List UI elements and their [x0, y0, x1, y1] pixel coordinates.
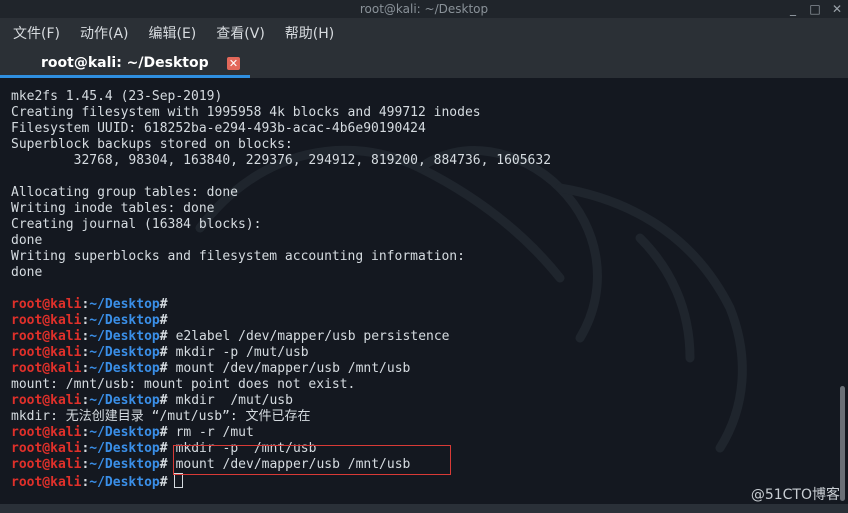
output-line: Allocating group tables: done — [11, 185, 238, 200]
highlight-annotation-box — [173, 445, 451, 475]
prompt-user: root@kali — [11, 475, 82, 490]
prompt-path: ~/Desktop — [89, 313, 160, 328]
menu-file[interactable]: 文件(F) — [4, 18, 69, 50]
window-titlebar: root@kali: ~/Desktop _ □ ✕ — [0, 0, 848, 18]
menu-view[interactable]: 查看(V) — [207, 18, 274, 50]
scrollbar-thumb[interactable] — [840, 386, 845, 501]
output-line: Filesystem UUID: 618252ba-e294-493b-acac… — [11, 121, 426, 136]
prompt-hash: # — [159, 425, 168, 440]
prompt-path: ~/Desktop — [89, 345, 160, 360]
output-line: Writing superblocks and filesystem accou… — [11, 249, 465, 264]
prompt-path: ~/Desktop — [89, 475, 160, 490]
prompt-path: ~/Desktop — [89, 425, 160, 440]
prompt-line: root@kali:~/Desktop# mount /dev/mapper/us… — [11, 361, 551, 377]
prompt-line: root@kali:~/Desktop# mkdir /mut/usb — [11, 393, 551, 409]
terminal-output[interactable]: mke2fs 1.45.4 (23-Sep-2019) Creating file… — [0, 78, 848, 504]
menu-edit[interactable]: 编辑(E) — [140, 18, 206, 50]
tab-bar: root@kali: ~/Desktop ✕ — [0, 50, 848, 78]
menu-bar: 文件(F) 动作(A) 编辑(E) 查看(V) 帮助(H) — [0, 18, 848, 50]
prompt-path: ~/Desktop — [89, 361, 160, 376]
prompt-user: root@kali — [11, 457, 82, 472]
prompt-path: ~/Desktop — [89, 329, 160, 344]
output-line: done — [11, 265, 43, 280]
window-controls: _ □ ✕ — [782, 0, 848, 18]
prompt-path: ~/Desktop — [89, 393, 160, 408]
prompt-user: root@kali — [11, 441, 82, 456]
prompt-hash: # — [159, 393, 168, 408]
prompt-user: root@kali — [11, 313, 82, 328]
terminal-cursor — [173, 473, 183, 488]
site-watermark: @51CTO博客 — [750, 487, 840, 503]
menu-help[interactable]: 帮助(H) — [276, 18, 343, 50]
window-title: root@kali: ~/Desktop — [359, 2, 489, 16]
prompt-line: root@kali:~/Desktop# rm -r /mut — [11, 425, 551, 441]
prompt-hash: # — [159, 475, 168, 490]
minimize-button[interactable]: _ — [782, 0, 804, 18]
prompt-path: ~/Desktop — [89, 457, 160, 472]
prompt-user: root@kali — [11, 297, 82, 312]
output-line: mount: /mnt/usb: mount point does not ex… — [11, 377, 356, 392]
prompt-path: ~/Desktop — [89, 297, 160, 312]
prompt-hash: # — [159, 361, 168, 376]
prompt-line: root@kali:~/Desktop# mkdir -p /mut/usb — [11, 345, 551, 361]
output-line: Writing inode tables: done — [11, 201, 215, 216]
output-line: Superblock backups stored on blocks: — [11, 137, 293, 152]
maximize-button[interactable]: □ — [804, 0, 826, 18]
output-line: done — [11, 233, 43, 248]
prompt-hash: # — [159, 297, 168, 312]
prompt-line: root@kali:~/Desktop# — [11, 313, 551, 329]
output-line: 32768, 98304, 163840, 229376, 294912, 81… — [11, 153, 552, 168]
close-window-button[interactable]: ✕ — [826, 0, 848, 18]
command-text: rm -r /mut — [175, 425, 254, 440]
terminal-lines: mke2fs 1.45.4 (23-Sep-2019) Creating file… — [11, 89, 552, 490]
prompt-user: root@kali — [11, 361, 82, 376]
prompt-line: root@kali:~/Desktop# e2label /dev/mapper/… — [11, 329, 551, 345]
prompt-path: ~/Desktop — [89, 441, 160, 456]
prompt-line: root@kali:~/Desktop# — [11, 297, 551, 313]
prompt-user: root@kali — [11, 345, 82, 360]
prompt-user: root@kali — [11, 393, 82, 408]
output-line: Creating filesystem with 1995958 4k bloc… — [11, 105, 481, 120]
terminal-scrollbar[interactable] — [836, 78, 848, 504]
menu-action[interactable]: 动作(A) — [71, 18, 138, 50]
tab-label: root@kali: ~/Desktop — [41, 55, 209, 71]
tab-terminal[interactable]: root@kali: ~/Desktop ✕ — [0, 50, 250, 78]
prompt-hash: # — [159, 313, 168, 328]
bottom-strip — [0, 504, 848, 513]
prompt-line: root@kali:~/Desktop# — [11, 473, 551, 490]
prompt-user: root@kali — [11, 329, 82, 344]
command-text: mkdir /mut/usb — [175, 393, 293, 408]
output-line: mke2fs 1.45.4 (23-Sep-2019) — [11, 89, 223, 104]
prompt-hash: # — [159, 457, 168, 472]
tab-close-icon[interactable]: ✕ — [227, 57, 240, 70]
output-line: mkdir: 无法创建目录 “/mut/usb”: 文件已存在 — [11, 409, 311, 424]
prompt-user: root@kali — [11, 425, 82, 440]
prompt-hash: # — [159, 441, 168, 456]
prompt-hash: # — [159, 329, 168, 344]
command-text: mkdir -p /mut/usb — [175, 345, 309, 360]
prompt-hash: # — [159, 345, 168, 360]
command-text: e2label /dev/mapper/usb persistence — [175, 329, 450, 344]
output-line: Creating journal (16384 blocks): — [11, 217, 262, 232]
command-text: mount /dev/mapper/usb /mnt/usb — [175, 361, 411, 376]
